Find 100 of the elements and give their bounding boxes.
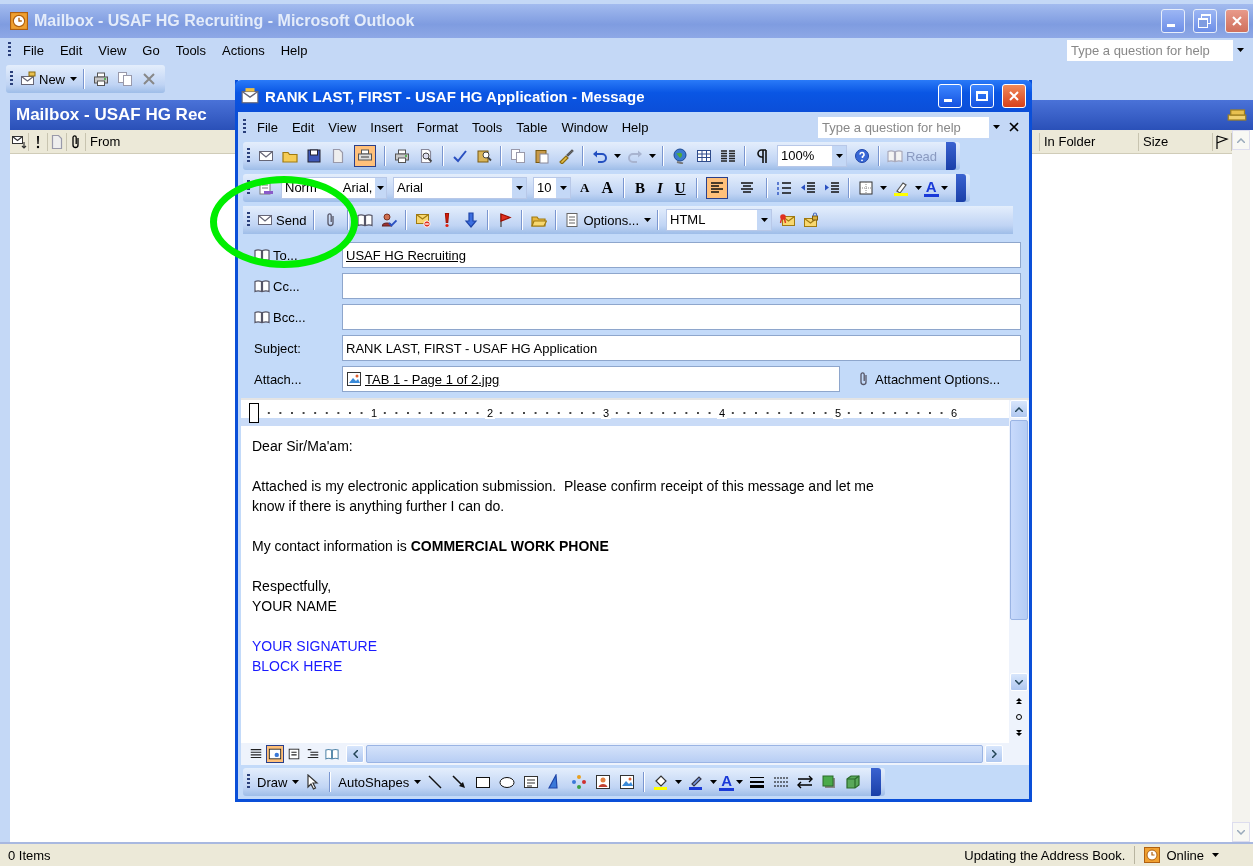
caret-icon[interactable] bbox=[515, 186, 523, 190]
arrow-right-icon[interactable] bbox=[991, 750, 997, 758]
pilcrow-icon[interactable] bbox=[754, 148, 770, 164]
caret-icon[interactable] bbox=[675, 780, 683, 784]
columns-icon[interactable] bbox=[720, 148, 736, 164]
down-arrow-icon[interactable] bbox=[463, 212, 480, 228]
caret-icon[interactable] bbox=[940, 186, 948, 190]
toolbar-options-icon[interactable] bbox=[946, 142, 957, 170]
close-icon[interactable] bbox=[1009, 122, 1019, 132]
autoshapes-menu[interactable]: AutoShapes bbox=[335, 770, 413, 794]
underline-button[interactable]: U bbox=[668, 179, 692, 197]
recipient-field[interactable] bbox=[342, 273, 1021, 299]
caret-icon[interactable] bbox=[710, 780, 718, 784]
caret-icon[interactable] bbox=[559, 186, 567, 190]
options-button[interactable]: Options... bbox=[561, 208, 642, 232]
caret-icon[interactable] bbox=[760, 218, 768, 222]
flag-icon[interactable] bbox=[1214, 133, 1230, 150]
draw-menu[interactable]: Draw bbox=[254, 770, 291, 794]
menu-item[interactable]: Format bbox=[409, 119, 465, 135]
menu-item[interactable]: Edit bbox=[51, 42, 91, 58]
help-icon[interactable] bbox=[854, 148, 870, 164]
ruler[interactable]: 1 2 3 4 5 6 bbox=[241, 400, 1009, 426]
diagram-icon[interactable] bbox=[571, 774, 588, 790]
caret-icon[interactable] bbox=[879, 186, 887, 190]
send-button[interactable]: Send bbox=[254, 208, 310, 232]
grow-font-button[interactable]: A bbox=[574, 180, 596, 196]
circle-icon[interactable] bbox=[1015, 713, 1023, 721]
mail-block-icon[interactable] bbox=[415, 212, 432, 228]
menu-item[interactable]: Window bbox=[554, 119, 615, 135]
italic-button[interactable]: I bbox=[650, 179, 669, 197]
maximize-button[interactable] bbox=[970, 84, 994, 108]
person-check-icon[interactable] bbox=[381, 212, 398, 228]
caret-icon[interactable] bbox=[377, 186, 385, 190]
printer-icon[interactable] bbox=[93, 71, 109, 87]
arrow-down-icon[interactable] bbox=[1015, 679, 1023, 685]
caret-icon[interactable] bbox=[1236, 48, 1244, 52]
line-icon[interactable] bbox=[427, 774, 444, 790]
font-size-field[interactable]: 10 bbox=[533, 177, 571, 199]
attachment-options-button[interactable]: Attachment Options... bbox=[850, 370, 1006, 388]
envelope-icon[interactable] bbox=[258, 148, 274, 164]
shrink-font-button[interactable]: A bbox=[595, 179, 619, 197]
subject-field[interactable]: RANK LAST, FIRST - USAF HG Application bbox=[342, 335, 1021, 361]
flag-icon[interactable] bbox=[497, 212, 514, 228]
arrow-left-icon[interactable] bbox=[352, 750, 358, 758]
restore-button[interactable] bbox=[1193, 9, 1217, 33]
menu-item[interactable]: Go bbox=[134, 42, 168, 58]
dash-style-icon[interactable] bbox=[773, 774, 790, 790]
line-style-icon[interactable] bbox=[749, 774, 766, 790]
paint-bucket-icon[interactable] bbox=[653, 774, 670, 790]
font-color-button[interactable]: A bbox=[923, 179, 939, 197]
column-header[interactable]: In Folder bbox=[1039, 132, 1139, 151]
caret-icon[interactable] bbox=[70, 77, 77, 81]
outdent-icon[interactable] bbox=[799, 180, 816, 196]
menu-item[interactable]: View bbox=[90, 42, 135, 58]
caret-icon[interactable] bbox=[736, 780, 744, 784]
caret-icon[interactable] bbox=[1212, 853, 1219, 857]
border-icon[interactable] bbox=[857, 180, 874, 196]
scrollbar[interactable] bbox=[1009, 400, 1029, 743]
mail-arrow-icon[interactable] bbox=[11, 133, 27, 150]
picture-icon[interactable] bbox=[619, 774, 636, 790]
check-icon[interactable] bbox=[452, 148, 468, 164]
arrow-style-icon[interactable] bbox=[797, 774, 814, 790]
paste-icon[interactable] bbox=[534, 148, 550, 164]
caret-icon[interactable] bbox=[914, 186, 922, 190]
preview-icon[interactable] bbox=[418, 148, 434, 164]
attachment-link[interactable]: TAB 1 - Page 1 of 2.jpg bbox=[365, 371, 500, 387]
cube-icon[interactable] bbox=[845, 774, 862, 790]
menu-item[interactable]: Help bbox=[272, 42, 316, 58]
scrollbar[interactable] bbox=[346, 745, 1003, 763]
menu-item[interactable]: File bbox=[15, 42, 52, 58]
toolbar-options-icon[interactable] bbox=[955, 174, 966, 202]
address-book-button[interactable]: Cc... bbox=[246, 277, 342, 295]
caret-icon[interactable] bbox=[292, 780, 300, 784]
menu-item[interactable]: View bbox=[321, 119, 364, 135]
address-book-button[interactable]: Bcc... bbox=[246, 308, 342, 326]
delete-icon[interactable] bbox=[141, 71, 157, 87]
oval-icon[interactable] bbox=[499, 774, 516, 790]
pointer-icon[interactable] bbox=[305, 774, 322, 790]
menu-item[interactable]: Tools bbox=[167, 42, 214, 58]
arrow-icon[interactable] bbox=[451, 774, 468, 790]
mail-lock-icon[interactable] bbox=[803, 212, 819, 228]
research-icon[interactable] bbox=[476, 148, 492, 164]
bold-button[interactable]: B bbox=[628, 179, 651, 197]
caret-icon[interactable] bbox=[414, 780, 422, 784]
table-icon[interactable] bbox=[696, 148, 712, 164]
close-button[interactable] bbox=[1225, 9, 1249, 33]
envelope-icon[interactable] bbox=[20, 71, 36, 87]
format-field[interactable]: HTML bbox=[666, 209, 772, 231]
connection-status[interactable]: Online bbox=[1166, 847, 1204, 863]
page-icon[interactable] bbox=[564, 212, 581, 228]
recipient-field[interactable] bbox=[342, 304, 1021, 330]
globe-icon[interactable] bbox=[672, 148, 688, 164]
menu-item[interactable]: Help bbox=[614, 119, 656, 135]
view-button[interactable] bbox=[266, 745, 284, 763]
envelope-icon[interactable] bbox=[257, 212, 273, 228]
column-header[interactable]: Size bbox=[1139, 132, 1213, 151]
font-field[interactable]: Arial bbox=[393, 177, 527, 199]
shadow-icon[interactable] bbox=[821, 774, 838, 790]
attachment-field[interactable]: TAB 1 - Page 1 of 2.jpg bbox=[342, 366, 840, 392]
highlighter-icon[interactable] bbox=[892, 180, 909, 196]
